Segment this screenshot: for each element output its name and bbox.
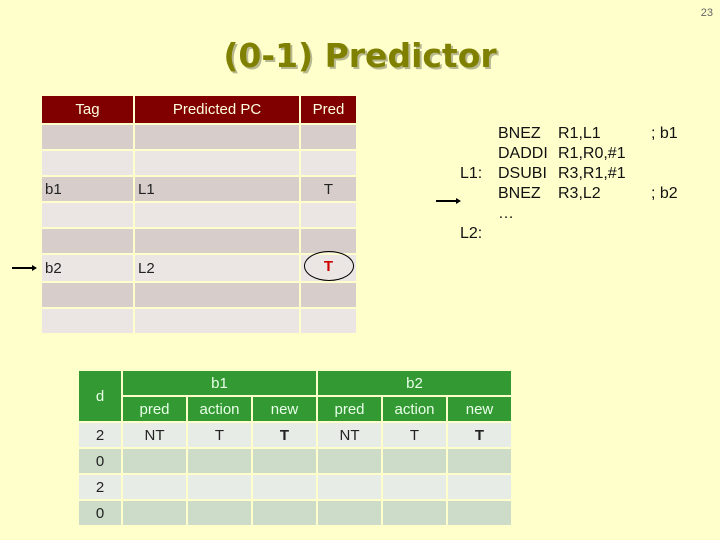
history-row: 2 [79,475,511,499]
btb-header-predicted-pc: Predicted PC [135,96,299,123]
btb-tag: b2 [42,255,133,281]
history-cell [123,449,186,473]
history-cell [123,501,186,525]
btb-row [42,229,356,253]
right-arrow-icon [12,265,37,271]
code-op: BNEZ [498,185,541,202]
code-args: R1,L1 [558,125,601,142]
btb-header-pred: Pred [301,96,356,123]
history-subheader: new [253,397,316,421]
btb-row-current: b2 L2 T [42,251,356,281]
btb-pred [301,309,356,333]
history-cell [383,475,446,499]
code-comment: ; b1 [651,125,678,142]
code-label: L1: [460,165,483,182]
btb-tag [42,203,133,227]
history-cell [188,449,251,473]
btb-pred: T [301,177,356,201]
history-cell [383,449,446,473]
history-table: d b1 b2 pred action new pred action new … [77,369,513,527]
btb-header-tag: Tag [42,96,133,123]
history-row: 0 [79,449,511,473]
btb-pc [135,151,299,175]
btb-pred-highlighted: T [303,251,354,281]
history-cell-new: T [253,423,316,447]
history-cell [188,475,251,499]
history-cell-new: T [448,423,511,447]
history-cell: T [383,423,446,447]
code-args: R3,L2 [558,185,601,202]
history-cell [383,501,446,525]
btb-pc [135,283,299,307]
btb-pred [301,151,356,175]
history-cell [188,501,251,525]
history-cell [253,475,316,499]
history-header-b1: b1 [123,371,316,395]
code-op: DSUBI [498,165,547,182]
history-cell: NT [123,423,186,447]
history-d: 2 [79,423,121,447]
history-cell [448,501,511,525]
btb-row [42,203,356,227]
btb-pred [301,229,356,253]
btb-tag: b1 [42,177,133,201]
history-d: 2 [79,475,121,499]
btb-tag [42,283,133,307]
history-subheader: pred [318,397,381,421]
btb-row [42,309,356,333]
right-arrow-icon [436,198,461,204]
code-comment: ; b2 [651,185,678,202]
btb-row: b1 L1 T [42,177,356,201]
btb-pred [301,203,356,227]
history-cell [253,449,316,473]
btb-pc [135,229,299,253]
btb-tag [42,151,133,175]
btb-pred [301,283,356,307]
code-label: L2: [460,225,483,242]
history-d: 0 [79,501,121,525]
slide-number: 23 [700,7,713,19]
btb-pc [135,125,299,149]
btb-pc [135,203,299,227]
history-subheader: action [383,397,446,421]
history-cell [318,501,381,525]
history-group-header-row: d b1 b2 [79,371,511,421]
btb-pc: L2 [135,255,299,281]
history-header-d: d [79,371,121,421]
btb-tag [42,309,133,333]
history-cell: NT [318,423,381,447]
history-d: 0 [79,449,121,473]
code-op: DADDI [498,145,548,162]
history-cell [448,475,511,499]
btb-row [42,151,356,175]
history-subheader: action [188,397,251,421]
history-cell: T [188,423,251,447]
branch-target-buffer-table: Tag Predicted PC Pred b1 L1 T b2 L2 T [40,94,358,335]
slide-title: (0-1) Predictor [223,36,497,75]
history-subheader-row: pred action new pred action new [79,397,511,421]
history-subheader: new [448,397,511,421]
history-cell [318,449,381,473]
history-header-b2: b2 [318,371,511,395]
btb-tag [42,229,133,253]
btb-header-row: Tag Predicted PC Pred [42,96,356,123]
history-cell [448,449,511,473]
btb-pred [301,125,356,149]
code-op: … [498,205,514,222]
btb-tag [42,125,133,149]
history-cell [253,501,316,525]
history-cell [123,475,186,499]
history-row: 2 NT T T NT T T [79,423,511,447]
btb-row [42,125,356,149]
btb-row [42,283,356,307]
code-args: R3,R1,#1 [558,165,626,182]
history-subheader: pred [123,397,186,421]
code-args: R1,R0,#1 [558,145,626,162]
btb-pc: L1 [135,177,299,201]
code-op: BNEZ [498,125,541,142]
btb-pc [135,309,299,333]
history-row: 0 [79,501,511,525]
history-cell [318,475,381,499]
